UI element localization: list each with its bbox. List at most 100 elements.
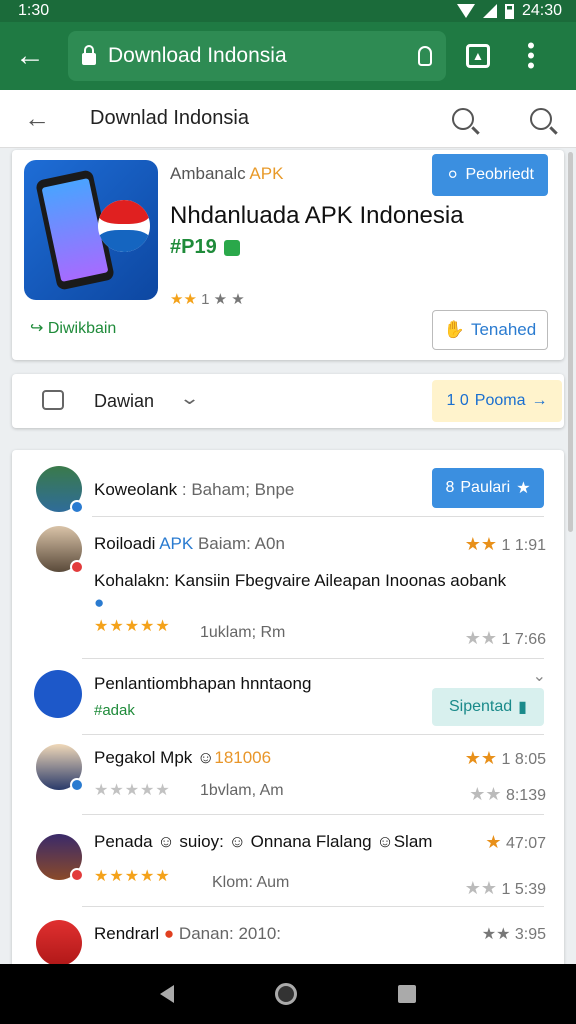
grey-stars: ★★ bbox=[464, 878, 498, 898]
nav-home-icon[interactable] bbox=[274, 983, 297, 1005]
filter-label[interactable]: Dawian bbox=[94, 391, 154, 412]
list-item: Rendrarl ● Danan: 2010: ★★ 3:95 bbox=[12, 910, 564, 970]
review-name-orange: 181006 bbox=[214, 748, 272, 767]
info-icon: ▮ bbox=[518, 699, 527, 716]
review-time: 1 1:91 bbox=[501, 537, 546, 554]
app-avatar bbox=[34, 670, 82, 718]
filter-bar: Dawian ⌄ 1 0 Pooma → bbox=[12, 374, 564, 428]
review-rating-right: ★★ 1 8:05 bbox=[465, 748, 546, 769]
voice-search-icon[interactable] bbox=[418, 46, 432, 66]
wifi-icon bbox=[456, 4, 475, 18]
more-menu-icon[interactable]: • • • bbox=[526, 35, 536, 77]
review-tag: #adak bbox=[94, 702, 135, 719]
review-name-muted: Baiam: A0n bbox=[193, 534, 285, 553]
page-header: ← Downlad Indonsia bbox=[0, 90, 576, 148]
review-stars: ★★★★★ bbox=[94, 618, 171, 635]
tabs-switcher-button[interactable]: ▲ bbox=[466, 44, 490, 68]
navigation-bar bbox=[0, 964, 576, 1024]
status-icons: 24:30 bbox=[456, 2, 562, 20]
review-name-text: Koweolank bbox=[94, 480, 178, 499]
primary-action-button[interactable]: ⚪ Peobriedt bbox=[432, 154, 548, 196]
search-icon[interactable] bbox=[452, 107, 474, 130]
app-price-text: #P19 bbox=[170, 236, 217, 258]
review-meta: 1uklam; Rm bbox=[200, 624, 286, 641]
price-badge-icon bbox=[224, 239, 241, 256]
filter-cta-label: Pooma bbox=[474, 392, 526, 409]
globe-icon: ● bbox=[94, 593, 105, 612]
primary-action-label: Peobriedt bbox=[465, 166, 534, 183]
app-subtitle-apk: APK bbox=[249, 164, 284, 183]
scrollbar[interactable] bbox=[568, 152, 573, 532]
app-subtitle-text: Ambanalc bbox=[170, 164, 250, 183]
chevron-down-icon[interactable]: ⌄ bbox=[533, 666, 546, 686]
review-name-text: Rendrarl bbox=[94, 924, 164, 943]
review-name-rest3: Slam bbox=[393, 832, 433, 851]
status-time: 1:30 bbox=[18, 2, 50, 19]
nav-recents-icon[interactable] bbox=[397, 985, 416, 1003]
verified-badge-icon bbox=[70, 778, 84, 792]
url-bar[interactable]: Download Indonsia bbox=[68, 31, 446, 81]
avatar bbox=[36, 920, 82, 966]
review-stars: ★★★★★ bbox=[94, 868, 171, 885]
review-rating-right: ★★ 1 1:91 bbox=[465, 534, 546, 555]
review-rating-right-2: ★★ 8:139 bbox=[469, 784, 546, 805]
review-name: Penada ☺ suioy: ☺ Onnana Flalang ☺Slam bbox=[94, 832, 432, 852]
emoji-icon: ☺ bbox=[197, 748, 215, 767]
review-action-button[interactable]: 8 Paulari ★ bbox=[432, 468, 544, 508]
review-name-text: Penada bbox=[94, 832, 158, 851]
app-subtitle: Ambanalc APK bbox=[170, 164, 283, 184]
divider bbox=[82, 906, 544, 907]
chevron-down-icon[interactable]: ⌄ bbox=[179, 388, 200, 409]
app-icon bbox=[24, 160, 158, 300]
review-name: Pegakol Mpk ☺181006 bbox=[94, 748, 271, 768]
search-icon-secondary[interactable] bbox=[530, 107, 552, 130]
divider bbox=[92, 516, 544, 517]
review-name-muted: : Baham; Bnpe bbox=[177, 480, 295, 499]
review-text: Kohalakn: Kansiin Fbegvaire Aileapan Ino… bbox=[94, 570, 514, 614]
rating-text: 1 ★ ★ bbox=[201, 291, 245, 308]
browser-back-button[interactable]: ← bbox=[12, 38, 48, 74]
rating-stars: ★ bbox=[485, 832, 502, 852]
list-item: Penada ☺ suioy: ☺ Onnana Flalang ☺Slam ★… bbox=[12, 820, 564, 904]
url-text: Download Indonsia bbox=[108, 44, 287, 67]
divider bbox=[82, 658, 544, 659]
review-time: 47:07 bbox=[505, 835, 546, 852]
list-item: Koweolank : Baham; Bnpe 8 Paulari ★ bbox=[12, 460, 564, 516]
cta-number: 1 0 bbox=[446, 392, 469, 409]
downloads-link[interactable]: ↪ Diwikbain bbox=[30, 318, 116, 338]
nav-back-icon[interactable] bbox=[160, 985, 175, 1003]
thumbs-up-icon: ✋ bbox=[443, 320, 465, 339]
signal-icon bbox=[482, 4, 497, 18]
status-right-time: 24:30 bbox=[521, 2, 562, 19]
lock-icon bbox=[82, 45, 96, 65]
review-rating-right-2: ★★ 1 5:39 bbox=[465, 878, 546, 899]
review-time: 1 8:05 bbox=[501, 751, 546, 768]
app-price: #P19 bbox=[170, 236, 241, 259]
review-meta: 1bvlam, Am bbox=[200, 782, 284, 799]
review-rating-right: ★★ 3:95 bbox=[481, 926, 546, 943]
filter-cta-button[interactable]: 1 0 Pooma → bbox=[432, 380, 562, 422]
count-text: 8 bbox=[445, 479, 455, 496]
emoji-icon: ☺ bbox=[157, 832, 175, 851]
reviews-list: Koweolank : Baham; Bnpe 8 Paulari ★ Roil… bbox=[12, 450, 564, 970]
review-name: Rendrarl ● Danan: 2010: bbox=[94, 924, 281, 944]
app-card: Ambanalc APK ⚪ Peobriedt Nhdanluada APK … bbox=[12, 150, 564, 360]
list-item: Penlantiombhapan hnntaong ⌄ #adak Sipent… bbox=[12, 662, 564, 734]
heart-badge-icon bbox=[70, 868, 84, 882]
rating-stars: ★★ bbox=[170, 291, 197, 308]
downloads-link-label: Diwikbain bbox=[47, 320, 117, 337]
logo-globe bbox=[98, 200, 150, 252]
page-title: Downlad Indonsia bbox=[90, 107, 249, 129]
review-name-rest: suioy: bbox=[174, 832, 229, 851]
comment-icon bbox=[42, 390, 64, 410]
emoji-icon: ☺ bbox=[376, 832, 394, 851]
review-action-button[interactable]: Sipentad ▮ bbox=[432, 688, 544, 726]
emoji-icon: ● bbox=[163, 924, 175, 943]
review-stars: ★★★★★ bbox=[94, 782, 171, 799]
rating-stars: ★★ bbox=[464, 534, 498, 554]
divider bbox=[82, 734, 544, 735]
secondary-action-button[interactable]: ✋ Tenahed bbox=[432, 310, 548, 350]
review-name-text: Roiloadi bbox=[94, 534, 156, 553]
review-time-2: 8:139 bbox=[505, 787, 546, 804]
back-icon[interactable]: ← bbox=[24, 103, 54, 134]
